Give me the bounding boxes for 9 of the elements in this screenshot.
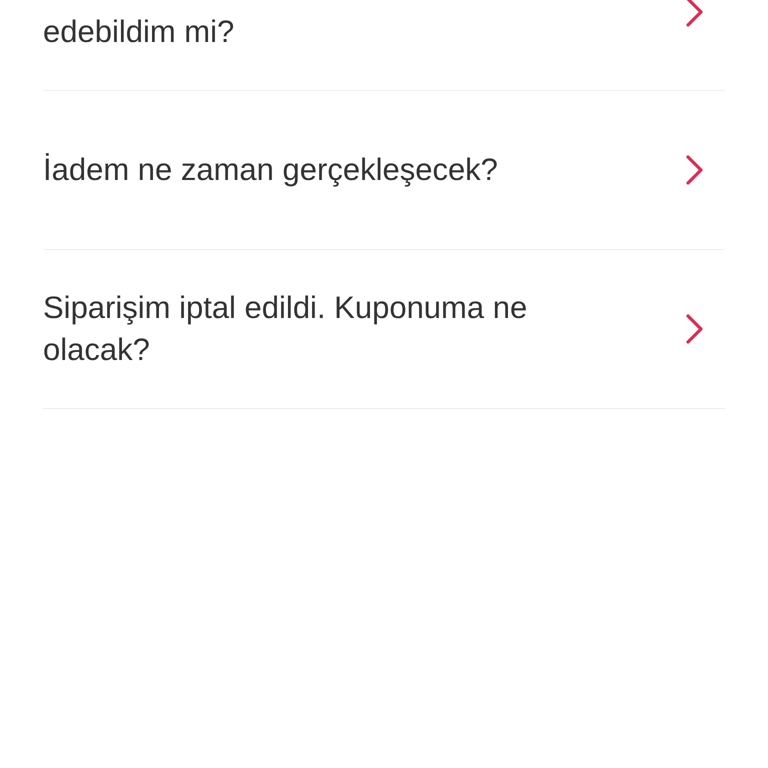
question-text: edebildim mi? (43, 13, 234, 51)
question-text: Siparişim iptal edildi. Kuponuma ne olacak? (43, 289, 528, 369)
chevron-right-icon (685, 313, 705, 345)
chevron-right-icon (685, 0, 705, 28)
faq-item[interactable]: İadem ne zaman gerçekleşecek? (43, 91, 725, 250)
question-text: İadem ne zaman gerçekleşecek? (43, 151, 498, 189)
chevron-right-icon (685, 154, 705, 186)
faq-item[interactable]: edebildim mi? (43, 0, 725, 91)
faq-item[interactable]: Siparişim iptal edildi. Kuponuma ne olacak? (43, 250, 725, 409)
